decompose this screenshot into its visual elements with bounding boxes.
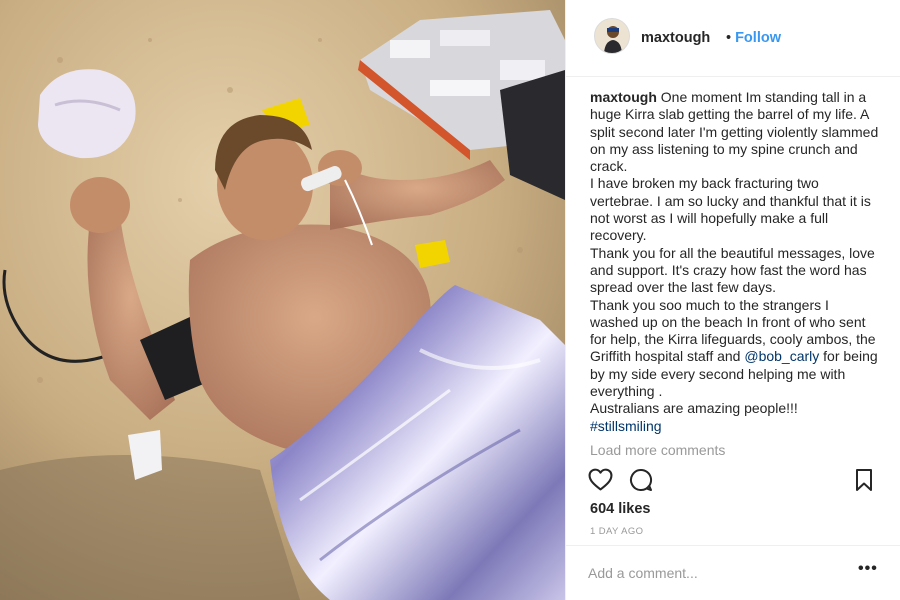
- post-photo[interactable]: [0, 0, 565, 600]
- bookmark-icon[interactable]: [854, 468, 874, 497]
- comment-icon[interactable]: [629, 468, 653, 497]
- post-photo-illustration: [0, 0, 565, 600]
- post-actions-bar: [566, 462, 900, 498]
- caption-username[interactable]: maxtough: [590, 89, 657, 105]
- more-options-icon[interactable]: •••: [858, 560, 878, 578]
- follow-separator: •: [726, 30, 732, 46]
- caption-text-part-1: One moment Im standing tall in a huge Ki…: [590, 89, 879, 365]
- post-timestamp: 1 DAY AGO: [590, 526, 644, 537]
- follow-label: Follow: [735, 30, 781, 46]
- avatar[interactable]: [594, 18, 630, 54]
- heart-icon[interactable]: [588, 468, 613, 496]
- follow-button[interactable]: • Follow: [726, 30, 781, 46]
- load-more-comments-button[interactable]: Load more comments: [590, 442, 725, 458]
- post-caption: maxtough One moment Im standing tall in …: [590, 89, 880, 435]
- avatar-image: [595, 19, 629, 53]
- comment-input[interactable]: [588, 560, 838, 586]
- post-header: maxtough • Follow: [566, 0, 900, 77]
- comment-bar: •••: [566, 545, 900, 600]
- post-details-panel: maxtough • Follow maxtough One moment Im …: [565, 0, 900, 600]
- caption-hashtag-link[interactable]: #stillsmiling: [590, 418, 662, 434]
- caption-mention-link[interactable]: @bob_carly: [744, 348, 819, 364]
- post-author-username[interactable]: maxtough: [641, 30, 710, 46]
- likes-count[interactable]: 604 likes: [590, 501, 650, 517]
